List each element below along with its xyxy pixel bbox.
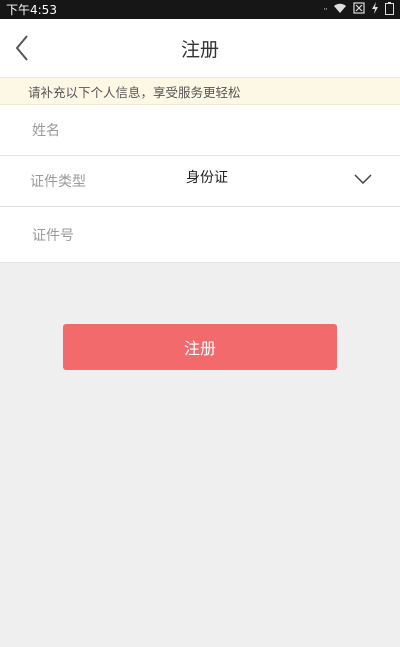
status-bar: 下午4:53 ·· [0,0,400,19]
id-type-value: 身份证 [186,170,228,186]
status-time: 下午4:53 [6,3,57,17]
registration-form: 证件类型 身份证 [0,105,400,263]
wifi-icon [333,3,347,17]
battery-icon [385,1,394,18]
id-number-row [0,207,400,263]
name-input[interactable] [30,122,208,140]
nav-bar: 注册 [0,19,400,77]
page-title: 注册 [180,38,219,61]
notice-text: 请补充以下个人信息，享受服务更轻松 [28,84,241,100]
chevron-down-icon [354,174,372,184]
no-sim-icon [353,2,365,17]
charging-icon [371,2,379,17]
signal-icon: ·· [323,4,328,15]
register-button[interactable]: 注册 [63,324,337,370]
id-type-row[interactable]: 证件类型 身份证 [0,156,400,207]
back-button[interactable] [6,31,38,65]
chevron-left-icon [15,35,28,61]
id-number-input[interactable] [30,226,208,245]
submit-area: 注册 [0,263,400,370]
status-icons: ·· [323,1,394,18]
info-notice: 请补充以下个人信息，享受服务更轻松 [0,77,400,105]
name-row [0,105,400,156]
id-type-label: 证件类型 [30,174,86,190]
